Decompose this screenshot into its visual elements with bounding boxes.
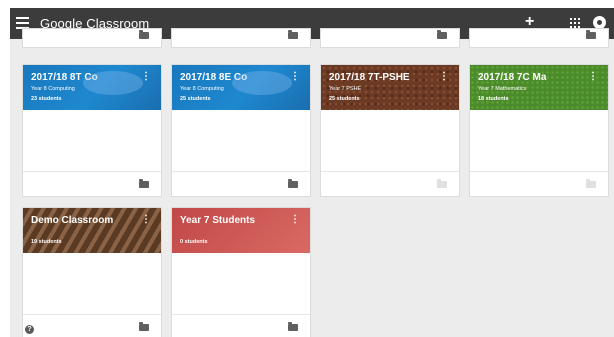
class-card-partial[interactable] — [320, 28, 460, 48]
card-footer — [470, 29, 608, 47]
card-footer — [321, 29, 459, 47]
class-subtitle: Year 8 Computing — [31, 86, 75, 92]
class-card[interactable]: 2017/18 8E Co Year 8 Computing 25 studen… — [171, 64, 311, 197]
card-header[interactable]: 2017/18 7C Ma Year 7 Mathematics 18 stud… — [470, 65, 608, 110]
more-vert-icon[interactable]: ⋮ — [141, 215, 151, 225]
folder-icon[interactable] — [139, 30, 149, 39]
card-footer — [321, 171, 459, 196]
card-footer — [172, 29, 310, 47]
class-card-partial[interactable] — [469, 28, 609, 48]
card-footer — [23, 29, 161, 47]
more-vert-icon[interactable]: ⋮ — [141, 72, 151, 82]
class-title[interactable]: 2017/18 8E Co — [180, 72, 247, 83]
folder-icon[interactable] — [139, 322, 149, 331]
class-title[interactable]: 2017/18 8T Co — [31, 72, 98, 83]
class-card-partial[interactable] — [22, 28, 162, 48]
folder-icon[interactable] — [288, 322, 298, 331]
student-count: 0 students — [180, 239, 208, 245]
more-vert-icon[interactable]: ⋮ — [290, 215, 300, 225]
more-vert-icon[interactable]: ⋮ — [439, 72, 449, 82]
class-title[interactable]: Demo Classroom — [31, 215, 113, 226]
student-count: 25 students — [180, 96, 211, 102]
folder-icon[interactable] — [139, 179, 149, 188]
class-card[interactable]: 2017/18 7T-PSHE Year 7 PSHE 25 students … — [320, 64, 460, 197]
class-title[interactable]: 2017/18 7T-PSHE — [329, 72, 410, 83]
card-footer — [470, 171, 608, 196]
class-subtitle: Year 7 PSHE — [329, 86, 362, 92]
card-footer — [23, 314, 161, 337]
folder-icon[interactable] — [288, 179, 298, 188]
class-card[interactable]: 2017/18 7C Ma Year 7 Mathematics 18 stud… — [469, 64, 609, 197]
card-header[interactable]: 2017/18 7T-PSHE Year 7 PSHE 25 students … — [321, 65, 459, 110]
card-footer — [23, 171, 161, 196]
student-count: 19 students — [31, 239, 62, 245]
class-title[interactable]: Year 7 Students — [180, 215, 255, 226]
more-vert-icon[interactable]: ⋮ — [290, 72, 300, 82]
folder-icon[interactable] — [586, 179, 596, 188]
card-header[interactable]: 2017/18 8T Co Year 8 Computing 23 studen… — [23, 65, 161, 110]
help-icon[interactable]: ? — [25, 325, 34, 334]
class-title[interactable]: 2017/18 7C Ma — [478, 72, 546, 83]
student-count: 18 students — [478, 96, 509, 102]
apps-grid-icon[interactable] — [570, 18, 580, 28]
folder-icon[interactable] — [586, 30, 596, 39]
class-card[interactable]: Year 7 Students 0 students ⋮ — [171, 207, 311, 337]
class-card[interactable]: Demo Classroom 19 students ⋮ — [22, 207, 162, 337]
classroom-window: Google Classroom + 2017/18 8T Co Year 8 … — [10, 8, 614, 337]
student-count: 23 students — [31, 96, 62, 102]
student-count: 25 students — [329, 96, 360, 102]
more-vert-icon[interactable]: ⋮ — [588, 72, 598, 82]
folder-icon[interactable] — [437, 179, 447, 188]
class-subtitle: Year 7 Mathematics — [478, 86, 527, 92]
card-header[interactable]: Year 7 Students 0 students ⋮ — [172, 208, 310, 253]
card-header[interactable]: Demo Classroom 19 students ⋮ — [23, 208, 161, 253]
class-subtitle: Year 8 Computing — [180, 86, 224, 92]
card-footer — [172, 171, 310, 196]
class-card-partial[interactable] — [171, 28, 311, 48]
card-header[interactable]: 2017/18 8E Co Year 8 Computing 25 studen… — [172, 65, 310, 110]
card-footer — [172, 314, 310, 337]
class-card[interactable]: 2017/18 8T Co Year 8 Computing 23 studen… — [22, 64, 162, 197]
folder-icon[interactable] — [437, 30, 447, 39]
folder-icon[interactable] — [288, 30, 298, 39]
